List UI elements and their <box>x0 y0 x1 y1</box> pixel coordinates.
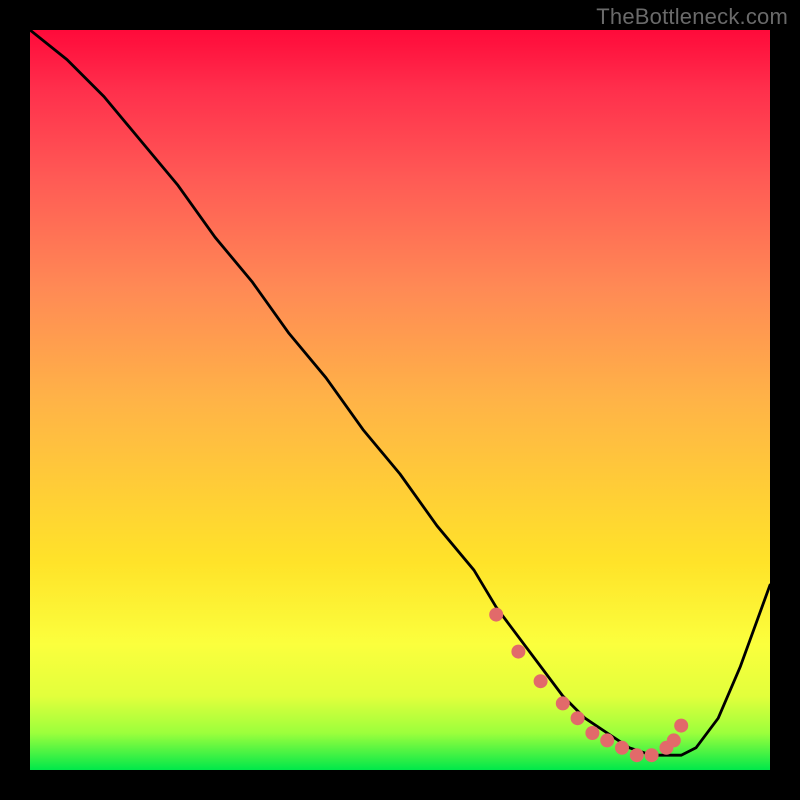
marker-dot <box>511 645 525 659</box>
marker-dot <box>489 608 503 622</box>
marker-dot <box>556 696 570 710</box>
watermark-text: TheBottleneck.com <box>596 4 788 30</box>
plot-area <box>30 30 770 770</box>
chart-svg <box>30 30 770 770</box>
chart-frame: TheBottleneck.com <box>0 0 800 800</box>
bottleneck-curve-line <box>30 30 770 755</box>
marker-dot <box>674 719 688 733</box>
marker-dot <box>600 733 614 747</box>
marker-dot <box>645 748 659 762</box>
marker-dot <box>667 733 681 747</box>
marker-dot <box>534 674 548 688</box>
marker-dot <box>615 741 629 755</box>
optimal-range-markers <box>489 608 688 763</box>
marker-dot <box>630 748 644 762</box>
marker-dot <box>571 711 585 725</box>
marker-dot <box>585 726 599 740</box>
